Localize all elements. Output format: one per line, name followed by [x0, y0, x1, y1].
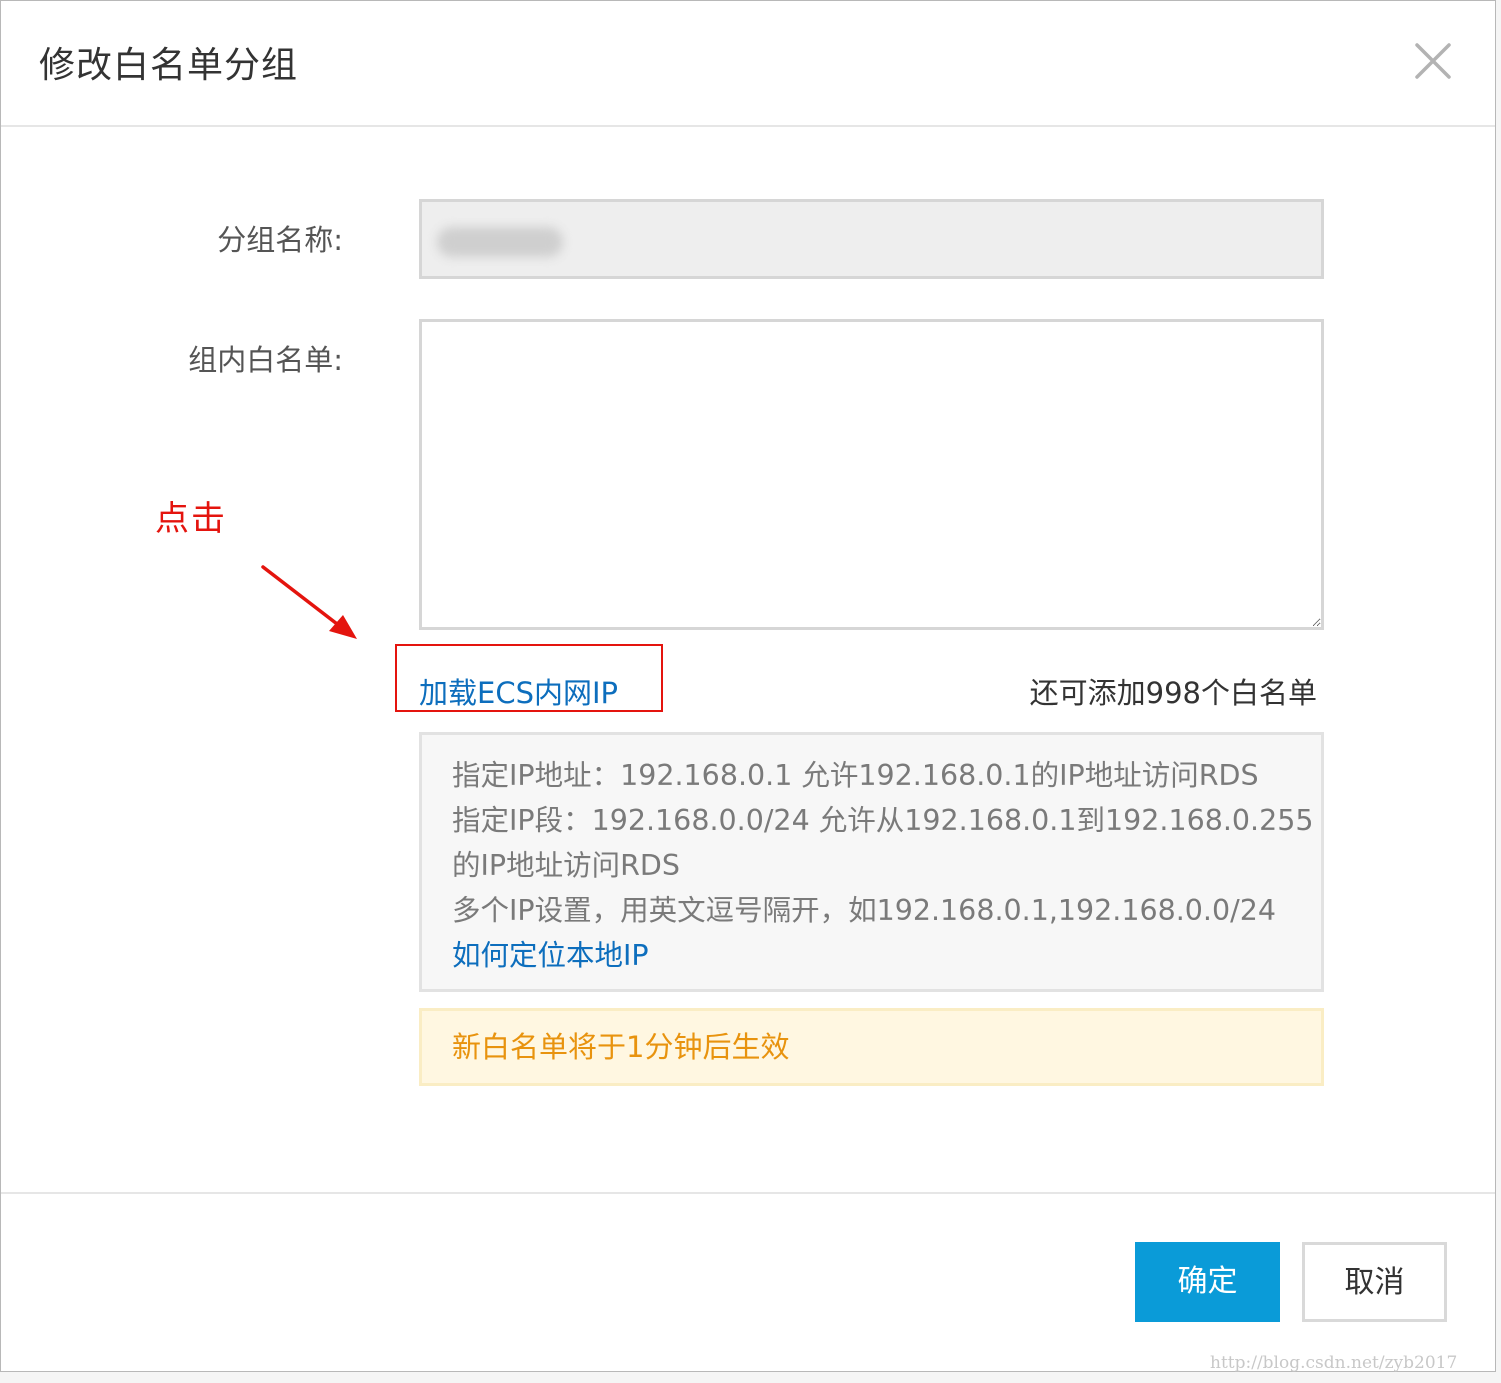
- annotation-click-text: 点击: [155, 499, 227, 539]
- edit-whitelist-group-dialog: 修改白名单分组 分组名称: 组内白名单: 点击 加载ECS内网IP 还可添加99…: [0, 0, 1496, 1372]
- whitelist-label: 组内白名单:: [188, 343, 343, 377]
- close-icon: [1415, 43, 1451, 79]
- ip-format-tips: 指定IP地址：192.168.0.1 允许192.168.0.1的IP地址访问R…: [419, 732, 1324, 992]
- confirm-button[interactable]: 确定: [1135, 1242, 1280, 1322]
- cancel-button[interactable]: 取消: [1302, 1242, 1447, 1322]
- close-button[interactable]: [1409, 37, 1457, 85]
- footer-divider: [1, 1192, 1495, 1194]
- tip-line-multiple-ips: 多个IP设置，用英文逗号隔开，如192.168.0.1,192.168.0.0/…: [452, 894, 1276, 927]
- effective-notice: 新白名单将于1分钟后生效: [419, 1008, 1324, 1086]
- locate-local-ip-link[interactable]: 如何定位本地IP: [452, 933, 649, 978]
- watermark: http://blog.csdn.net/zyb2017: [1210, 1353, 1458, 1373]
- group-name-input[interactable]: [419, 199, 1324, 279]
- annotation-arrow: [257, 561, 361, 645]
- dialog-title: 修改白名单分组: [39, 45, 299, 86]
- group-name-label: 分组名称:: [217, 223, 343, 257]
- remaining-whitelist-count: 还可添加998个白名单: [1029, 676, 1317, 710]
- tip-line-ip-range-cont: 的IP地址访问RDS: [452, 849, 680, 882]
- tip-line-single-ip: 指定IP地址：192.168.0.1 允许192.168.0.1的IP地址访问R…: [452, 759, 1259, 792]
- whitelist-textarea[interactable]: [419, 319, 1324, 630]
- arrow-icon: [261, 565, 357, 639]
- load-ecs-intranet-ip-link[interactable]: 加载ECS内网IP: [419, 673, 618, 713]
- notice-text: 新白名单将于1分钟后生效: [452, 1030, 790, 1064]
- tip-line-ip-range: 指定IP段：192.168.0.0/24 允许从192.168.0.1到192.…: [452, 804, 1314, 837]
- dialog-header: 修改白名单分组: [1, 1, 1495, 127]
